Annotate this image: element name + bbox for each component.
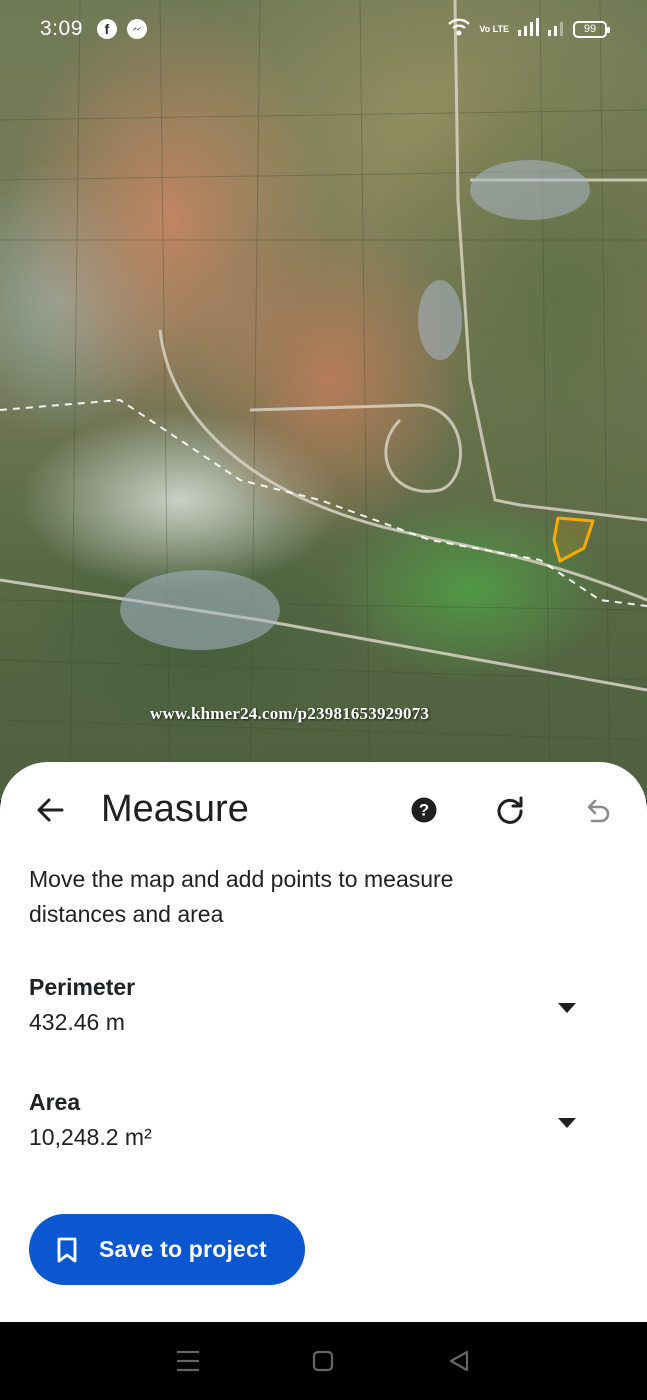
area-label: Area <box>29 1089 81 1115</box>
signal-icon-2 <box>547 18 565 41</box>
undo-icon <box>587 799 610 823</box>
watermark: www.khmer24.com/p23981653929073 <box>150 704 430 723</box>
area-value: 10,248.2 m² <box>29 1124 152 1150</box>
page-title: Measure <box>101 788 249 830</box>
dropdown-icon[interactable] <box>553 998 581 1018</box>
status-time: 3:09 <box>40 17 83 40</box>
bookmark-icon <box>57 1237 77 1262</box>
measured-area-polygon <box>552 516 595 563</box>
dropdown-icon[interactable] <box>553 1113 581 1133</box>
svg-text:?: ? <box>419 801 429 820</box>
battery-icon: 99 <box>573 20 610 38</box>
save-to-project-button[interactable]: Save to project <box>29 1214 305 1285</box>
measure-sheet: Measure ? Move the map and add points to… <box>0 762 647 1322</box>
status-bar: 3:09 f Vo LTE 99 <box>0 0 647 58</box>
system-nav-bar <box>0 1322 647 1400</box>
satellite-map[interactable] <box>0 0 647 800</box>
map-features <box>0 0 647 800</box>
menu-icon[interactable] <box>168 1341 208 1381</box>
sheet-header: Measure ? <box>0 762 647 862</box>
perimeter-row[interactable]: Perimeter 432.46 m <box>29 974 599 1054</box>
status-icons: Vo LTE 99 <box>447 17 610 42</box>
undo-button[interactable] <box>573 786 621 834</box>
help-button[interactable]: ? <box>400 786 448 834</box>
perimeter-label: Perimeter <box>29 974 136 1000</box>
instructions-text: Move the map and add points to measure d… <box>29 866 454 927</box>
refresh-icon <box>497 796 523 824</box>
help-icon: ? <box>411 797 437 823</box>
volte-indicator: Vo LTE <box>479 23 509 34</box>
back-icon[interactable] <box>439 1341 479 1381</box>
save-button-label: Save to project <box>99 1236 267 1262</box>
signal-icon <box>517 17 539 41</box>
facebook-icon: f <box>96 19 117 39</box>
area-row[interactable]: Area 10,248.2 m² <box>29 1089 599 1169</box>
battery-level: 99 <box>583 23 597 35</box>
back-arrow-icon <box>37 798 64 822</box>
wifi-icon <box>447 17 471 42</box>
perimeter-value: 432.46 m <box>29 1009 125 1035</box>
refresh-button[interactable] <box>486 786 534 834</box>
back-button[interactable] <box>26 786 74 834</box>
messenger-icon <box>126 19 147 39</box>
home-icon[interactable] <box>303 1341 343 1381</box>
